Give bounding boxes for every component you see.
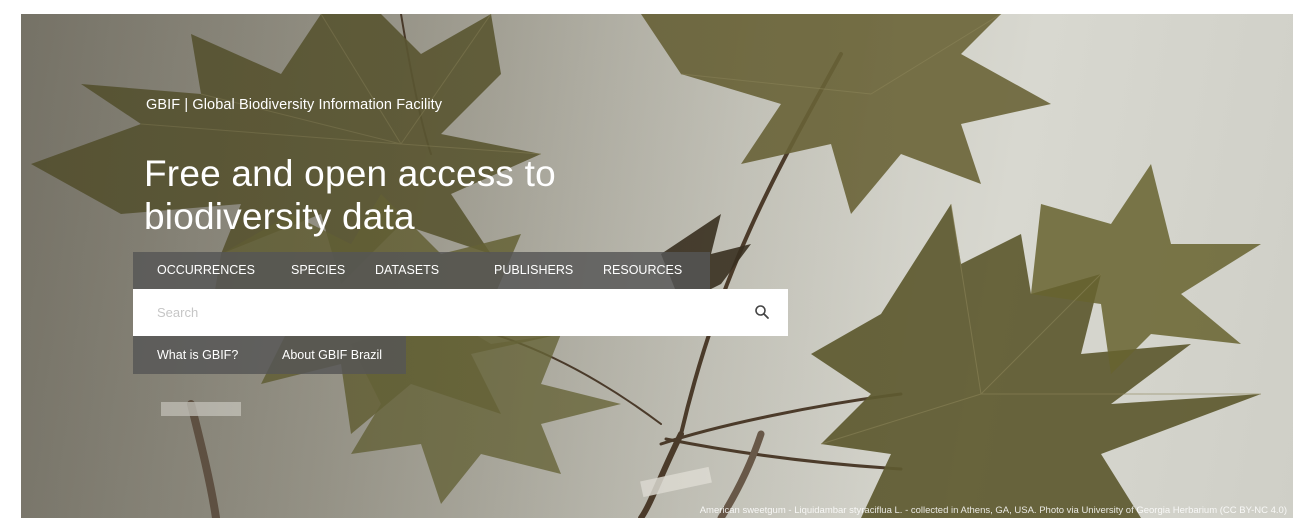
search-input[interactable] [157, 289, 717, 336]
photo-credit: American sweetgum - Liquidambar styracif… [699, 505, 1287, 516]
search-icon[interactable] [754, 304, 770, 320]
tab-resources[interactable]: RESOURCES [603, 263, 682, 277]
info-links: What is GBIF? About GBIF Brazil [133, 336, 406, 374]
search-bar [133, 289, 788, 336]
hero-banner: GBIF | Global Biodiversity Information F… [21, 14, 1293, 518]
search-type-tabs: OCCURRENCES SPECIES DATASETS PUBLISHERS … [133, 252, 710, 289]
tab-species[interactable]: SPECIES [291, 263, 345, 277]
about-gbif-brazil-link[interactable]: About GBIF Brazil [282, 348, 382, 362]
tab-datasets[interactable]: DATASETS [375, 263, 439, 277]
what-is-gbif-link[interactable]: What is GBIF? [157, 348, 238, 362]
tab-occurrences[interactable]: OCCURRENCES [157, 263, 255, 277]
tab-publishers[interactable]: PUBLISHERS [494, 263, 573, 277]
site-title[interactable]: GBIF | Global Biodiversity Information F… [146, 97, 442, 113]
hero-headline: Free and open access to biodiversity dat… [144, 153, 556, 237]
